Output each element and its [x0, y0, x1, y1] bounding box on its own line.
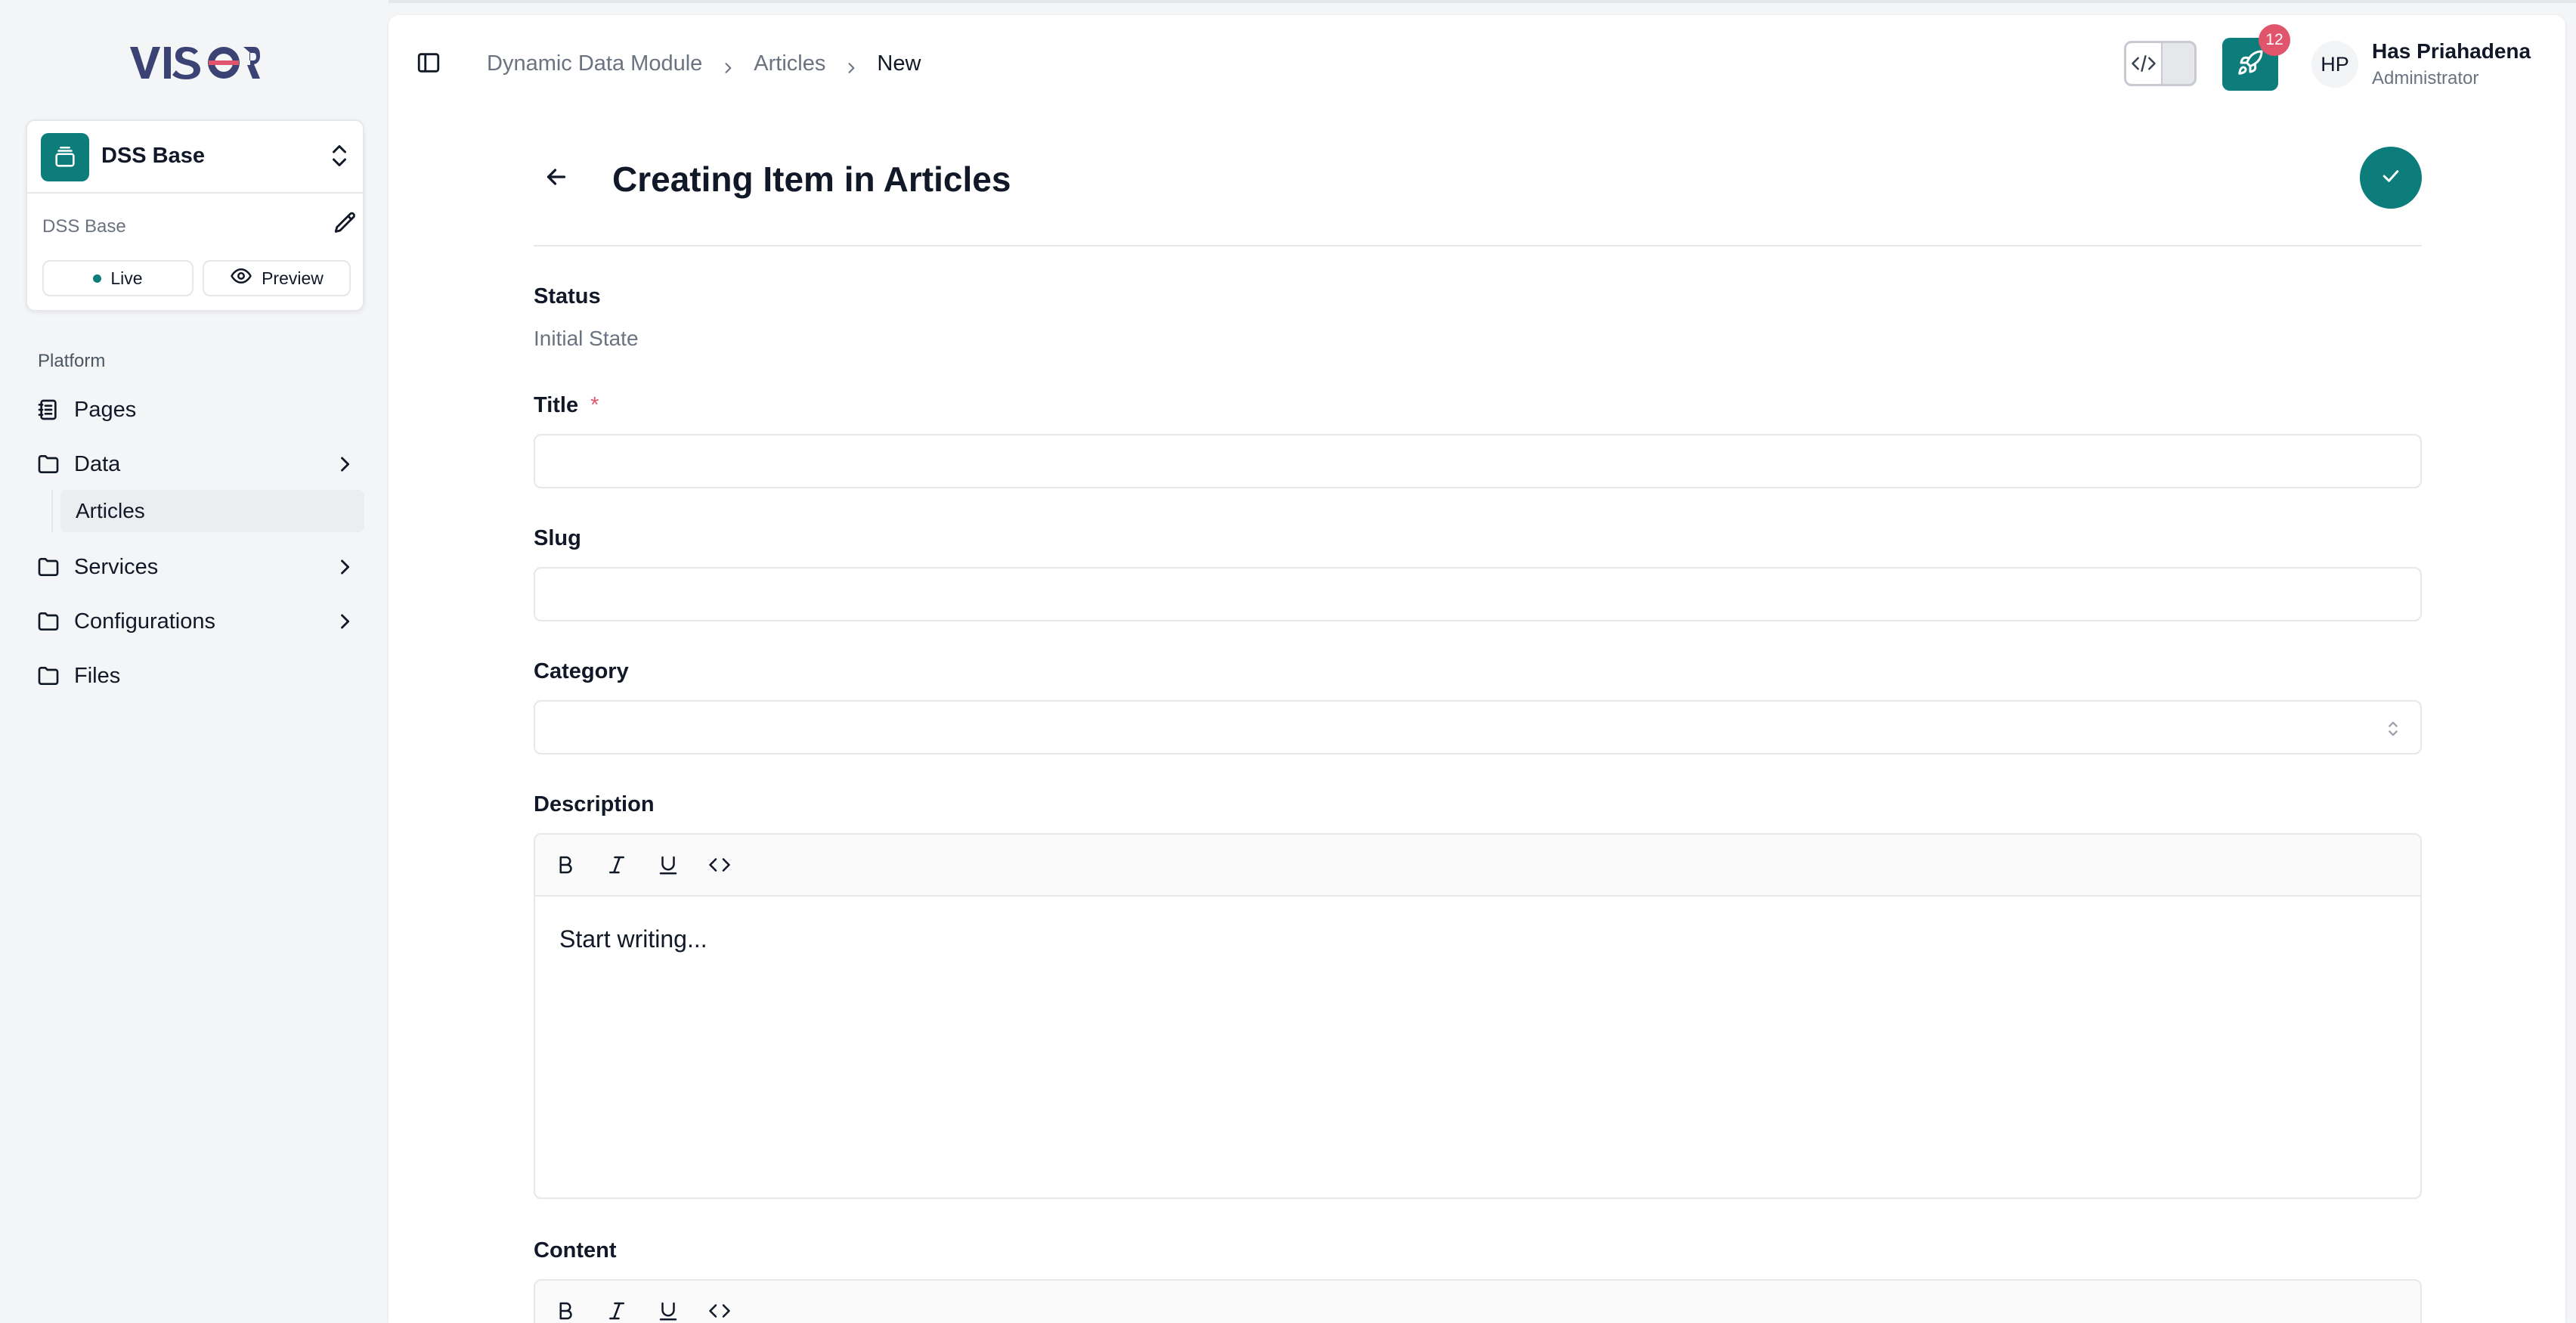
category-select[interactable]	[534, 700, 2422, 754]
sidebar: DSS Base DSS Base Live Preview Platform …	[0, 0, 389, 1323]
code-view-toggle[interactable]	[2124, 41, 2197, 86]
content-editor	[534, 1279, 2422, 1323]
breadcrumb-current: New	[877, 51, 921, 76]
folder-icon	[35, 451, 62, 478]
rocket-icon	[2237, 49, 2264, 80]
preview-button[interactable]: Preview	[203, 260, 351, 296]
sidebar-item-label: Services	[74, 554, 159, 579]
main-panel: Dynamic Data Module Articles New 12 HP H…	[389, 15, 2565, 1323]
bold-icon[interactable]	[552, 1297, 579, 1323]
required-marker: *	[590, 393, 599, 417]
workspace-switcher[interactable]: DSS Base	[27, 121, 363, 194]
code-icon[interactable]	[706, 851, 733, 878]
live-status-dot	[93, 274, 102, 283]
check-icon	[2379, 165, 2402, 191]
description-placeholder: Start writing...	[559, 925, 707, 953]
workspace-card: DSS Base DSS Base Live Preview	[26, 119, 364, 311]
content-editor-toolbar	[535, 1281, 2420, 1323]
notification-badge: 12	[2259, 24, 2290, 56]
status-value: Initial State	[534, 327, 639, 350]
sidebar-item-label: Pages	[74, 397, 137, 422]
eye-icon	[230, 265, 252, 292]
italic-icon[interactable]	[603, 851, 630, 878]
description-editor-toolbar	[535, 835, 2420, 897]
content-label: Content	[534, 1238, 617, 1263]
breadcrumb-link-articles[interactable]: Articles	[754, 51, 825, 76]
preview-label: Preview	[262, 268, 324, 288]
sidebar-subitem-label: Articles	[76, 499, 145, 522]
sidebar-item-files[interactable]: Files	[35, 655, 364, 697]
title-label-text: Title	[534, 393, 579, 417]
back-arrow-icon[interactable]	[543, 163, 570, 191]
breadcrumb-link-module[interactable]: Dynamic Data Module	[487, 51, 702, 76]
live-label: Live	[110, 268, 143, 288]
underline-icon[interactable]	[655, 851, 682, 878]
sidebar-toggle-icon[interactable]	[416, 50, 441, 76]
title-divider	[534, 245, 2422, 246]
folder-icon	[35, 553, 62, 581]
chevron-right-icon	[334, 556, 355, 578]
user-role: Administrator	[2372, 68, 2479, 88]
page-title: Creating Item in Articles	[612, 160, 1011, 199]
breadcrumb: Dynamic Data Module Articles New	[487, 51, 921, 76]
description-editor: Start writing...	[534, 833, 2422, 1199]
sidebar-item-label: Files	[74, 663, 121, 688]
title-input[interactable]	[534, 434, 2422, 488]
status-label: Status	[534, 284, 601, 308]
sidebar-section-label: Platform	[38, 351, 106, 371]
visor-logo	[130, 44, 260, 82]
italic-icon[interactable]	[603, 1297, 630, 1323]
sidebar-item-label: Configurations	[74, 609, 215, 634]
folder-icon	[35, 662, 62, 689]
description-label: Description	[534, 792, 655, 816]
sidebar-item-configurations[interactable]: Configurations	[35, 600, 364, 643]
sidebar-item-data[interactable]: Data	[35, 443, 364, 485]
book-icon	[35, 396, 62, 423]
slug-input[interactable]	[534, 567, 2422, 621]
code-icon[interactable]	[706, 1297, 733, 1323]
avatar[interactable]: HP	[2311, 41, 2358, 88]
slug-label: Slug	[534, 526, 581, 550]
pencil-icon[interactable]	[333, 210, 358, 236]
save-button[interactable]	[2360, 147, 2422, 209]
title-label: Title *	[534, 393, 599, 418]
user-name: Has Priahadena	[2372, 39, 2531, 63]
bold-icon[interactable]	[552, 851, 579, 878]
chevron-right-icon	[720, 57, 735, 73]
sidebar-item-pages[interactable]: Pages	[35, 389, 364, 431]
chevron-right-icon	[334, 454, 355, 475]
code-icon	[2126, 43, 2163, 84]
sidebar-subitem-articles[interactable]: Articles	[60, 490, 364, 532]
underline-icon[interactable]	[655, 1297, 682, 1323]
folder-icon	[35, 608, 62, 635]
chevron-right-icon	[844, 57, 859, 73]
live-button[interactable]: Live	[42, 260, 194, 296]
sidebar-item-label: Data	[74, 451, 121, 476]
chevron-right-icon	[334, 611, 355, 632]
workspace-name: DSS Base	[101, 144, 206, 168]
chevrons-up-down-icon	[328, 141, 351, 171]
chevrons-up-down-icon	[2386, 718, 2401, 739]
category-label: Category	[534, 659, 629, 683]
submenu-guide-line	[51, 490, 53, 532]
description-editor-body[interactable]: Start writing...	[535, 897, 2420, 982]
workspace-subtitle: DSS Base	[42, 216, 126, 237]
sidebar-item-services[interactable]: Services	[35, 546, 364, 588]
workspace-icon	[41, 133, 89, 181]
